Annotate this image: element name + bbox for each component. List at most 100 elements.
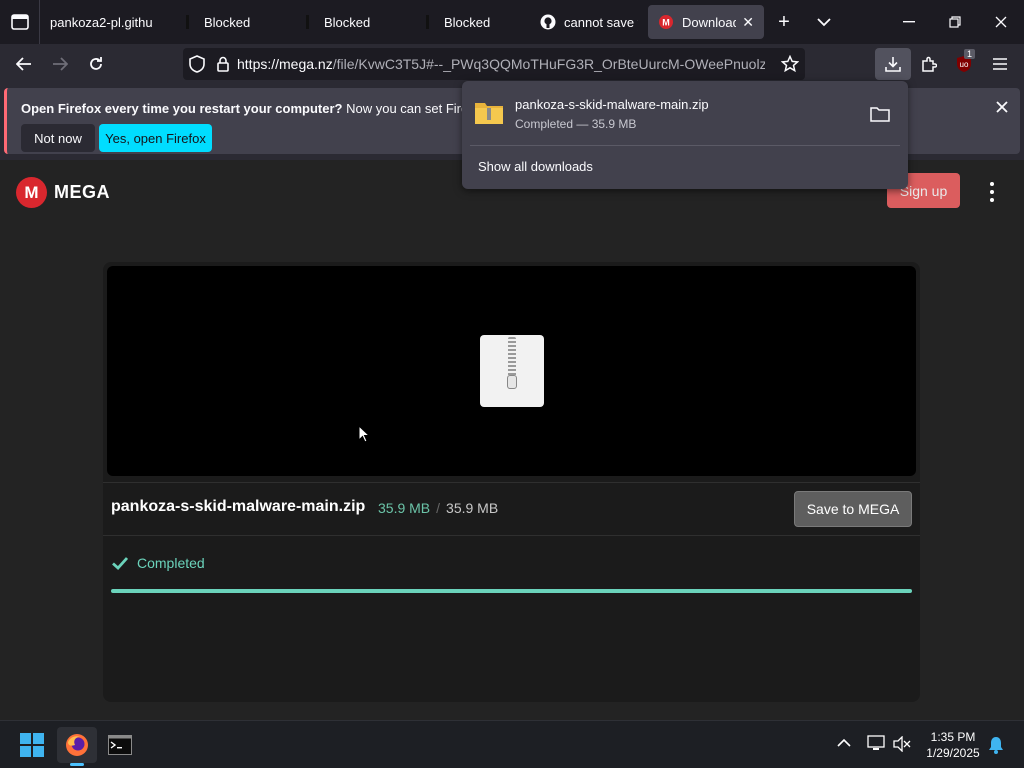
tab-blocked-1[interactable]: Blocked xyxy=(170,5,290,39)
minimize-icon xyxy=(903,21,915,23)
not-now-button[interactable]: Not now xyxy=(21,124,95,152)
mega-logo-icon: M xyxy=(16,177,47,208)
volume-muted-icon xyxy=(893,735,911,753)
windows-taskbar: 1:35 PM 1/29/2025 xyxy=(0,720,1024,768)
list-all-tabs-button[interactable] xyxy=(804,0,844,44)
taskbar-firefox[interactable] xyxy=(57,727,97,763)
blocked-icon xyxy=(300,14,316,30)
save-to-mega-button[interactable]: Save to MEGA xyxy=(794,491,912,527)
tab-blocked-3[interactable]: Blocked xyxy=(410,5,530,39)
puzzle-icon xyxy=(922,56,937,72)
url-path: /file/KvwC3T5J#--_PWq3QQMoTHuFG3R_OrBteU… xyxy=(332,56,765,72)
mega-logo[interactable]: M MEGA xyxy=(16,177,110,208)
tab-blocked-2[interactable]: Blocked xyxy=(290,5,410,39)
forward-button[interactable] xyxy=(42,48,78,80)
shield-icon[interactable] xyxy=(189,55,205,73)
taskbar-terminal[interactable] xyxy=(100,727,140,763)
page-content: M MEGA Sign up pankoza-s-skid-malware-ma… xyxy=(0,160,1024,720)
reload-button[interactable] xyxy=(78,48,114,80)
tab-label: pankoza2-pl.githu xyxy=(50,14,153,30)
close-notification-button[interactable] xyxy=(996,100,1008,118)
arrow-right-icon xyxy=(53,57,68,71)
svg-text:uo: uo xyxy=(960,60,969,69)
tab-download-active[interactable]: M Download ✕ xyxy=(648,5,764,39)
kebab-dot xyxy=(990,190,994,194)
hamburger-menu-icon xyxy=(993,58,1007,70)
arrow-left-icon xyxy=(16,57,31,71)
downloads-button[interactable] xyxy=(875,48,911,80)
blocked-icon xyxy=(180,14,196,30)
more-options-button[interactable] xyxy=(985,182,999,202)
tab-label: Blocked xyxy=(324,14,371,30)
url-bar[interactable]: https://mega.nz/file/KvwC3T5J#--_PWq3QQM… xyxy=(183,48,805,80)
show-all-downloads-link[interactable]: Show all downloads xyxy=(478,159,593,174)
size-separator: / xyxy=(436,500,441,516)
clock-date: 1/29/2025 xyxy=(926,746,980,760)
download-icon xyxy=(885,57,901,72)
system-clock[interactable]: 1:35 PM 1/29/2025 xyxy=(918,729,988,761)
chevron-down-icon xyxy=(817,18,831,27)
network-status[interactable] xyxy=(867,735,885,754)
yes-open-firefox-button[interactable]: Yes, open Firefox xyxy=(99,124,212,152)
ublock-origin-button[interactable]: uo 1 xyxy=(946,48,982,80)
navigation-toolbar: https://mega.nz/file/KvwC3T5J#--_PWq3QQM… xyxy=(0,44,1024,84)
download-status: Completed xyxy=(111,554,205,572)
url-host: https://mega.nz xyxy=(237,56,333,72)
status-text: Completed xyxy=(137,555,205,571)
restore-button[interactable] xyxy=(932,0,978,44)
tab-label: Blocked xyxy=(204,14,251,30)
progress-fill xyxy=(111,589,912,593)
show-in-folder-icon[interactable] xyxy=(870,105,890,123)
windows-logo-icon xyxy=(20,733,44,757)
file-preview xyxy=(107,266,916,476)
tab-label: Blocked xyxy=(444,14,491,30)
file-size: 35.9 MB / 35.9 MB xyxy=(378,500,498,516)
url-text[interactable]: https://mega.nz/file/KvwC3T5J#--_PWq3QQM… xyxy=(237,56,765,72)
tab-pankoza[interactable]: pankoza2-pl.githu xyxy=(40,5,170,39)
close-window-button[interactable] xyxy=(978,0,1024,44)
mega-wordmark: MEGA xyxy=(54,182,110,202)
zip-folder-icon xyxy=(475,103,503,124)
firefox-icon xyxy=(66,734,88,756)
download-status-text: Completed — 35.9 MB xyxy=(515,117,637,131)
kebab-dot xyxy=(990,182,994,186)
bookmark-star-icon[interactable] xyxy=(781,55,799,73)
close-tab-icon[interactable]: ✕ xyxy=(736,14,754,31)
extensions-button[interactable] xyxy=(911,48,947,80)
terminal-icon xyxy=(108,735,132,755)
volume-status[interactable] xyxy=(893,735,911,755)
show-hidden-icons-button[interactable] xyxy=(837,735,851,751)
tab-strip: pankoza2-pl.githu Blocked Blocked Blocke… xyxy=(0,0,1024,44)
notification-message: Open Firefox every time you restart your… xyxy=(21,101,511,116)
clock-time: 1:35 PM xyxy=(930,730,976,744)
downloaded-size: 35.9 MB xyxy=(378,500,431,516)
svg-text:M: M xyxy=(662,18,670,28)
tab-github-issue[interactable]: cannot save fi xyxy=(530,5,648,39)
total-size: 35.9 MB xyxy=(446,500,499,516)
kebab-dot xyxy=(990,198,994,202)
github-icon xyxy=(540,14,556,30)
mouse-cursor-icon xyxy=(358,425,370,443)
lock-icon[interactable] xyxy=(217,56,229,72)
reload-icon xyxy=(90,57,102,70)
network-icon xyxy=(867,735,885,750)
notifications-button[interactable] xyxy=(988,736,1004,757)
panel-divider xyxy=(470,145,900,146)
new-tab-button[interactable]: + xyxy=(764,0,804,44)
zipper-pull xyxy=(507,375,517,389)
app-menu-button[interactable] xyxy=(982,48,1018,80)
chevron-up-icon xyxy=(837,738,851,747)
downloads-panel: pankoza-s-skid-malware-main.zip Complete… xyxy=(462,81,908,189)
close-icon xyxy=(995,16,1007,28)
download-card: pankoza-s-skid-malware-main.zip 35.9 MB /… xyxy=(103,262,920,702)
restore-icon xyxy=(949,16,961,28)
file-name: pankoza-s-skid-malware-main.zip xyxy=(111,498,366,515)
checkmark-icon xyxy=(112,557,129,570)
mega-icon: M xyxy=(658,14,674,30)
start-button[interactable] xyxy=(12,727,52,763)
firefox-view-icon xyxy=(10,14,29,30)
download-file-name: pankoza-s-skid-malware-main.zip xyxy=(515,97,709,112)
firefox-view-button[interactable] xyxy=(0,0,40,44)
back-button[interactable] xyxy=(6,48,42,80)
minimize-button[interactable] xyxy=(886,0,932,44)
